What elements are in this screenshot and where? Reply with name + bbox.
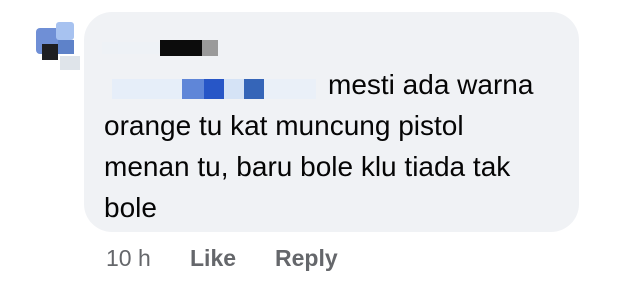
comment-timestamp[interactable]: 10 h: [106, 243, 151, 273]
avatar-pixel: [56, 22, 74, 40]
comment-text-body: orange tu kat muncung pistol menan tu, b…: [104, 110, 511, 223]
avatar[interactable]: [20, 18, 84, 70]
reply-button[interactable]: Reply: [275, 243, 338, 273]
comment-text: mesti ada warna orange tu kat muncung pi…: [104, 64, 564, 228]
avatar-pixel: [60, 56, 80, 70]
avatar-pixel: [42, 44, 58, 60]
avatar-pixel: [58, 40, 74, 54]
comment-text-first-line: mesti ada warna: [328, 69, 534, 100]
like-button[interactable]: Like: [190, 243, 236, 273]
